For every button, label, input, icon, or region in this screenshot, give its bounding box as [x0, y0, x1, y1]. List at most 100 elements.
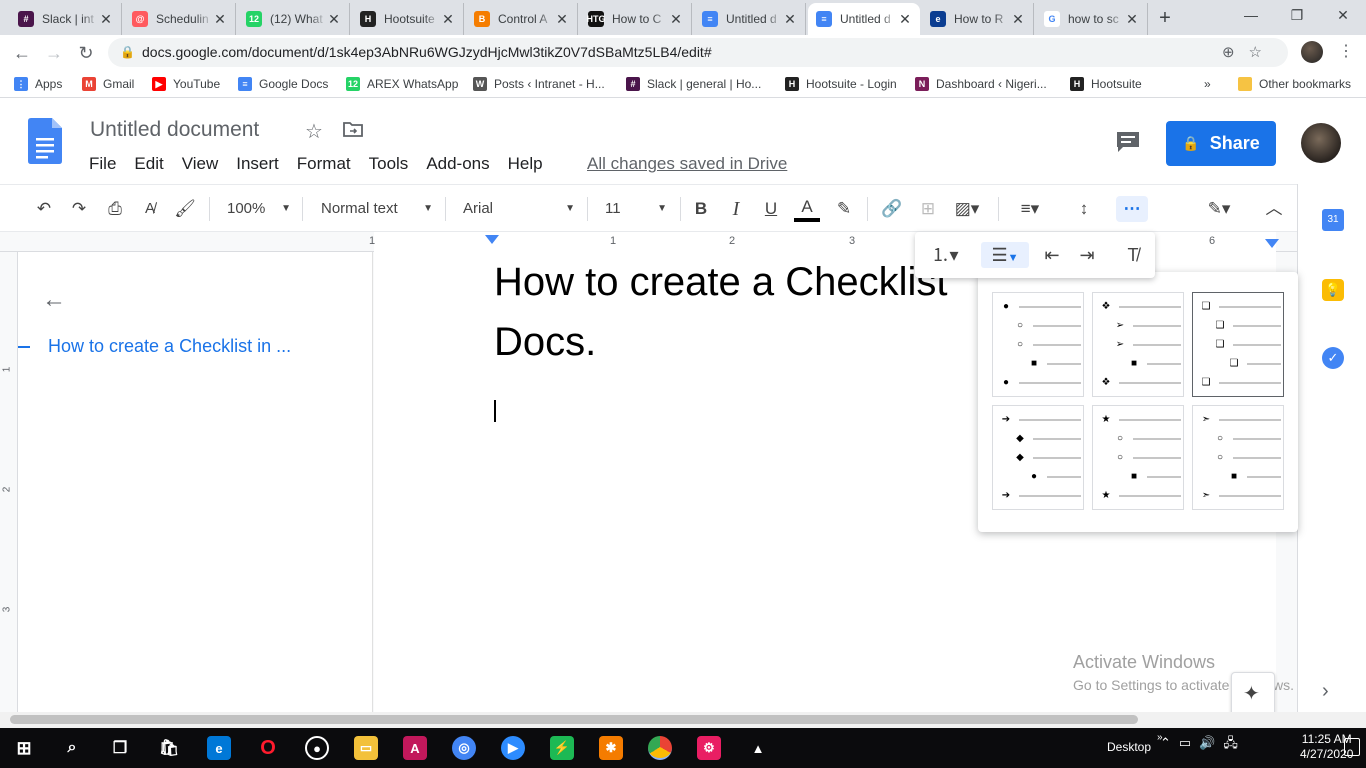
close-tab-icon[interactable]: ✕	[1011, 11, 1025, 28]
bookmark-item[interactable]: M Gmail	[82, 75, 134, 93]
bookmark-item[interactable]: 12 AREX WhatsApp	[346, 75, 458, 93]
zoom-app-icon[interactable]: ▶	[501, 736, 525, 760]
close-tab-icon[interactable]: ✕	[1125, 11, 1139, 28]
restore-button[interactable]: ❐	[1274, 0, 1320, 32]
comment-history-icon[interactable]	[1115, 130, 1141, 154]
bookmark-item[interactable]: N Dashboard ‹ Nigeri...	[915, 75, 1047, 93]
paint-format-icon[interactable]: 🖌	[173, 196, 197, 222]
notifications-icon[interactable]	[1344, 738, 1360, 756]
tasks-icon[interactable]: ✓	[1322, 347, 1344, 369]
close-tab-icon[interactable]: ✕	[898, 11, 912, 28]
bookmark-item[interactable]: W Posts ‹ Intranet - H...	[473, 75, 605, 93]
scrollbar-thumb[interactable]	[10, 715, 1138, 724]
bookmark-item[interactable]: # Slack | general | Ho...	[626, 75, 761, 93]
insert-image-icon[interactable]: ▨▾	[949, 196, 985, 222]
outline-heading-link[interactable]: How to create a Checklist in ...	[48, 336, 291, 357]
horizontal-scrollbar[interactable]	[0, 712, 1366, 728]
media-player-icon[interactable]: ●	[305, 736, 329, 760]
close-tab-icon[interactable]: ✕	[441, 11, 455, 28]
google-docs-logo-icon[interactable]	[28, 118, 62, 164]
bullet-style-preset[interactable]: ➔ ◆ ◆ ● ➔	[992, 405, 1084, 510]
close-tab-icon[interactable]: ✕	[327, 11, 341, 28]
chrome-icon[interactable]	[648, 736, 672, 760]
browser-tab[interactable]: e How to R ✕	[922, 3, 1034, 35]
browser-tab[interactable]: B Control A ✕	[466, 3, 578, 35]
chrome-menu-icon[interactable]: ⋮	[1336, 41, 1356, 63]
menu-file[interactable]: File	[89, 154, 116, 174]
menu-insert[interactable]: Insert	[236, 154, 279, 174]
paragraph-style-select[interactable]: Normal text ▼	[321, 196, 433, 222]
browser-tab[interactable]: ≡ Untitled d ✕	[694, 3, 806, 35]
windows-start-icon[interactable]: ⊞	[12, 736, 36, 760]
close-tab-icon[interactable]: ✕	[99, 11, 113, 28]
move-to-folder-icon[interactable]	[343, 121, 363, 137]
access-icon[interactable]: A	[403, 736, 427, 760]
opera-icon[interactable]: O	[256, 736, 280, 760]
close-tab-icon[interactable]: ✕	[555, 11, 569, 28]
chrome-remote-icon[interactable]: ◎	[452, 736, 476, 760]
account-avatar[interactable]	[1301, 123, 1341, 163]
minimize-button[interactable]: —	[1228, 0, 1274, 32]
left-indent-marker[interactable]	[485, 235, 499, 244]
profile-avatar[interactable]	[1301, 41, 1323, 63]
bullet-style-preset[interactable]: ❖ ➢ ➢ ■ ❖	[1092, 292, 1184, 397]
bookmark-item[interactable]: H Hootsuite - Login	[785, 75, 897, 93]
close-window-button[interactable]: ✕	[1320, 0, 1366, 32]
close-tab-icon[interactable]: ✕	[783, 11, 797, 28]
document-title[interactable]: Untitled document	[90, 118, 259, 142]
add-comment-icon[interactable]: ⊞	[916, 196, 940, 222]
save-status-link[interactable]: All changes saved in Drive	[587, 154, 787, 174]
keep-icon[interactable]: 💡	[1322, 279, 1344, 301]
zoom-select[interactable]: 100% ▼	[227, 196, 291, 222]
star-icon[interactable]: ☆	[305, 119, 323, 144]
menu-tools[interactable]: Tools	[369, 154, 409, 174]
print-icon[interactable]: ⎙	[103, 196, 127, 222]
photos-icon[interactable]: ▲	[746, 736, 770, 760]
browser-tab[interactable]: Ghow to sc ✕	[1036, 3, 1148, 35]
bullet-style-preset[interactable]: ❑ ❑ ❑ ❑ ❑	[1192, 292, 1284, 397]
calendar-icon[interactable]: 31	[1322, 209, 1344, 231]
bookmark-item[interactable]: ▶ YouTube	[152, 75, 220, 93]
underline-icon[interactable]: U	[759, 196, 783, 222]
menu-edit[interactable]: Edit	[134, 154, 163, 174]
reload-icon[interactable]: ↻	[72, 39, 100, 67]
back-icon[interactable]: ←	[8, 39, 36, 67]
font-size-select[interactable]: 11 ▼	[605, 196, 667, 222]
share-button[interactable]: 🔒 Share	[1166, 121, 1276, 166]
app-icon[interactable]: ✱	[599, 736, 623, 760]
close-tab-icon[interactable]: ✕	[669, 11, 683, 28]
bullet-style-preset[interactable]: ● ○ ○ ■ ●	[992, 292, 1084, 397]
font-select[interactable]: Arial ▼	[463, 196, 575, 222]
bookmark-item[interactable]: H Hootsuite	[1070, 75, 1142, 93]
shield-icon[interactable]: ⚡	[550, 736, 574, 760]
search-icon[interactable]: ⌕	[60, 736, 84, 760]
expand-side-panel-icon[interactable]: ›	[1322, 680, 1329, 703]
task-view-icon[interactable]: ❐	[108, 736, 132, 760]
browser-tab[interactable]: HTG How to C ✕	[580, 3, 692, 35]
address-bar[interactable]: 🔒 docs.google.com/document/d/1sk4ep3AbNR…	[108, 38, 1288, 67]
system-tray[interactable]: ⌃▭🔊🖧	[1160, 734, 1246, 756]
close-tab-icon[interactable]: ✕	[213, 11, 227, 28]
redo-icon[interactable]: ↷	[67, 196, 91, 222]
menu-addons[interactable]: Add-ons	[426, 154, 489, 174]
explore-button[interactable]: ✦	[1231, 672, 1275, 716]
more-options-icon[interactable]: ⋯	[1116, 196, 1148, 222]
new-tab-button[interactable]: +	[1152, 6, 1178, 30]
menu-help[interactable]: Help	[508, 154, 543, 174]
desktop-toolbar-label[interactable]: Desktop	[1107, 740, 1151, 754]
increase-indent-icon[interactable]: ⇥	[1074, 242, 1100, 268]
bullet-style-preset[interactable]: ➣ ○ ○ ■ ➣	[1192, 405, 1284, 510]
store-icon[interactable]: 🛍	[157, 736, 181, 760]
other-bookmarks[interactable]: Other bookmarks	[1238, 75, 1351, 93]
bookmark-item[interactable]: ⋮ Apps	[14, 75, 62, 93]
close-outline-arrow-icon[interactable]: ←	[42, 286, 66, 314]
bookmarks-overflow[interactable]: »	[1204, 75, 1211, 93]
right-indent-marker[interactable]	[1265, 239, 1279, 248]
bold-icon[interactable]: B	[689, 196, 713, 222]
spellcheck-icon[interactable]: A̸	[138, 196, 162, 222]
clear-formatting-icon[interactable]: T̸	[1120, 242, 1146, 268]
line-spacing-icon[interactable]: ↕	[1071, 196, 1097, 222]
italic-icon[interactable]: I	[724, 196, 748, 222]
menu-format[interactable]: Format	[297, 154, 351, 174]
numbered-list-icon[interactable]: ⒈▾	[925, 242, 965, 268]
